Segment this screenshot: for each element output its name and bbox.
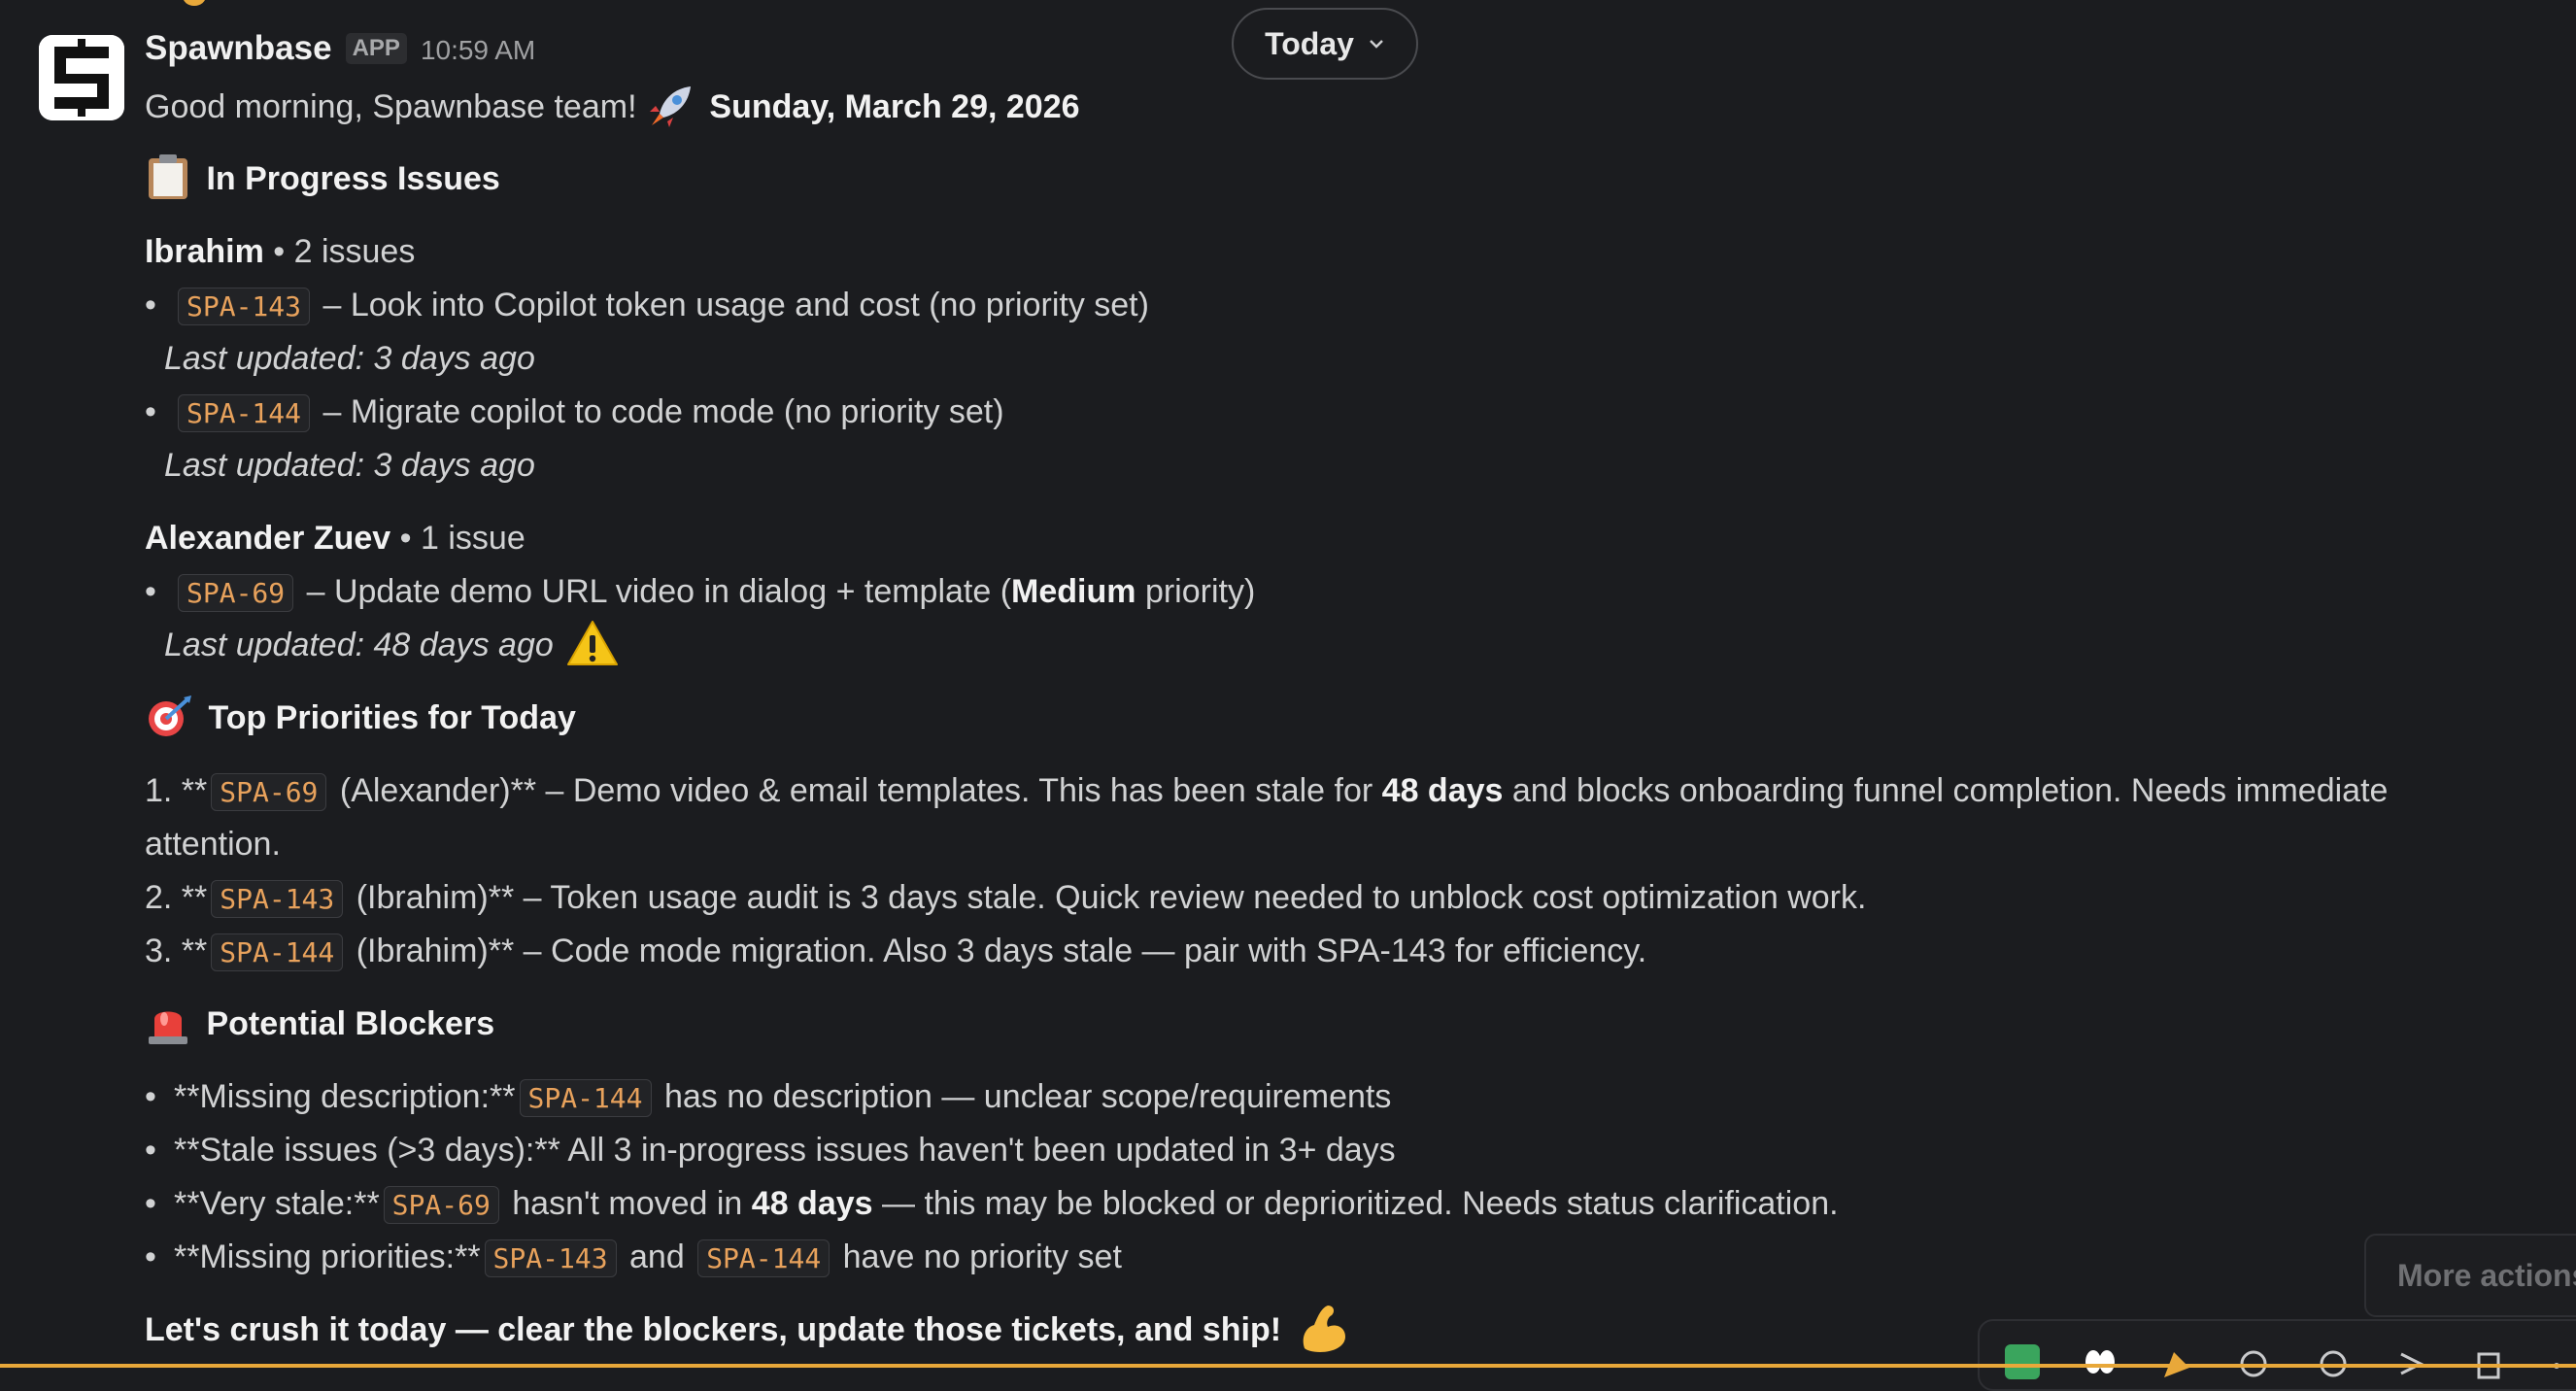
bottom-accent-line [0,1364,2576,1368]
celebration-icon[interactable] [2160,1344,2195,1379]
assignee-name: Alexander Zuev [145,520,391,557]
spawnbase-logo-icon [39,35,124,120]
assignee-count: • 2 issues [263,233,416,270]
message-header: Spawnbase APP 10:59 AM [145,29,535,76]
blocker-item: • **Stale issues (>3 days):** All 3 in-pr… [145,1132,1396,1169]
priority-text: (Ibrahim)** – Code mode migration. Also … [347,933,1647,969]
blocker-text: has no description — unclear scope/requi… [655,1078,1392,1115]
message-timestamp[interactable]: 10:59 AM [421,35,535,66]
target-icon [149,696,191,737]
top-priorities-title: Top Priorities for Today [208,699,576,736]
issue-code-spa-144[interactable]: SPA-144 [519,1079,652,1117]
assignee-alexander: Alexander Zuev • 1 issue [145,515,525,561]
last-updated: Last updated: 3 days ago [164,447,535,484]
assignee-count: • 1 issue [390,520,525,557]
bookmark-icon[interactable] [2471,1344,2506,1379]
blocker-text: hasn't moved in [502,1185,752,1222]
siren-icon [149,1011,187,1045]
issue-text: – Update demo URL video in dialog + temp… [297,573,1012,610]
issue-code-spa-143[interactable]: SPA-143 [178,288,311,325]
warning-icon [567,621,619,666]
issue-code-spa-144[interactable]: SPA-144 [211,933,344,971]
list-item: • SPA-143 – Look into Copilot token usage… [145,287,1149,325]
last-updated: Last updated: 48 days ago [164,627,554,663]
issue-code-spa-143[interactable]: SPA-143 [484,1239,617,1277]
message-hover-toolbar [1978,1319,2576,1391]
list-item: • SPA-69 – Update demo URL video in dialo… [145,573,1256,612]
chevron-down-icon [1370,40,1383,49]
priority-text: (Alexander)** – Demo video & email templ… [330,772,1382,809]
blockers-title: Potential Blockers [206,1005,495,1042]
closing-line: Let's crush it today — clear the blocker… [145,1306,1357,1358]
priority-number: 3. ** [145,933,208,969]
section-top-priorities: Top Priorities for Today [145,695,576,742]
blocker-item: • **Very stale:** SPA-69 hasn't moved in 4… [145,1185,1839,1224]
priority-number: 2. ** [145,879,208,916]
assignee-name: Ibrahim [145,233,264,270]
priority-item-3: 3. ** SPA-144 (Ibrahim)** – Code mode mig… [145,928,1646,976]
issue-code-spa-69[interactable]: SPA-69 [178,574,294,612]
rocket-icon [649,86,691,128]
priority-bold: 48 days [1381,772,1504,809]
assignee-ibrahim: Ibrahim • 2 issues [145,228,415,275]
issue-code-spa-143[interactable]: SPA-143 [211,880,344,918]
avatar[interactable] [39,35,124,120]
section-in-progress: In Progress Issues [145,154,500,205]
date-text: Sunday, March 29, 2026 [709,88,1080,125]
app-badge: APP [345,33,407,64]
blocker-text-end: — this may be blocked or deprioritized. … [872,1185,1839,1222]
issue-text-end: priority) [1135,573,1256,610]
list-item: • SPA-144 – Migrate copilot to code mode … [145,393,1004,432]
issue-code-spa-69[interactable]: SPA-69 [211,773,327,811]
section-blockers: Potential Blockers [145,1001,494,1050]
reply-in-thread-icon[interactable] [2316,1344,2351,1379]
priority-text-end: and blocks onboarding funnel completion.… [1503,772,2389,809]
blocker-text: **Stale issues (>3 days):** All 3 in-pro… [174,1132,1396,1169]
blocker-label: **Missing description:** [174,1078,516,1115]
greeting-line: Good morning, Spawnbase team! Sunday, Ma… [145,84,1080,131]
check-mark-icon[interactable] [2005,1344,2040,1379]
forward-icon[interactable] [2393,1344,2428,1379]
blocker-text-end: have no priority set [833,1238,1122,1275]
priority-text: (Ibrahim)** – Token usage audit is 3 day… [347,879,1867,916]
issue-code-spa-144[interactable]: SPA-144 [697,1239,830,1277]
blocker-text: and [620,1238,695,1275]
more-options-icon[interactable] [2549,1344,2576,1379]
blocker-label: **Very stale:** [174,1185,380,1222]
issue-text: – Look into Copilot token usage and cost… [314,287,1149,323]
blocker-item: • **Missing description:** SPA-144 has no … [145,1078,1392,1117]
priority-item-1-continued: attention. [145,826,281,863]
priority-item-1: 1. ** SPA-69 (Alexander)** – Demo video &… [145,767,2388,816]
more-actions-button[interactable]: More actions [2364,1234,2576,1317]
sender-name[interactable]: Spawnbase [145,29,332,68]
closing-text: Let's crush it today — clear the blocker… [145,1310,1282,1348]
date-divider-today-button[interactable]: Today [1232,8,1418,80]
blocker-label: **Missing priorities:** [174,1238,481,1275]
emoji-reaction-partial [183,0,206,6]
clipboard-icon [149,154,187,200]
issue-code-spa-69[interactable]: SPA-69 [383,1186,499,1224]
today-label: Today [1265,25,1354,61]
priority-bold: Medium [1011,573,1136,610]
more-actions-label: More actions [2397,1257,2576,1293]
greeting-text: Good morning, Spawnbase team! [145,88,637,125]
blocker-item: • **Missing priorities:** SPA-143 and SPA-… [145,1238,1122,1277]
last-updated-row: Last updated: 48 days ago [164,621,625,670]
issue-text: – Migrate copilot to code mode (no prior… [314,393,1004,430]
last-updated: Last updated: 3 days ago [164,340,535,377]
add-reaction-icon[interactable] [2238,1344,2273,1379]
blocker-bold: 48 days [751,1185,873,1222]
priority-number: 1. ** [145,772,208,809]
in-progress-title: In Progress Issues [206,160,500,197]
eyes-icon[interactable] [2083,1344,2118,1379]
flexed-biceps-icon [1303,1306,1345,1352]
issue-code-spa-144[interactable]: SPA-144 [178,394,311,432]
priority-item-2: 2. ** SPA-143 (Ibrahim)** – Token usage a… [145,874,1866,923]
